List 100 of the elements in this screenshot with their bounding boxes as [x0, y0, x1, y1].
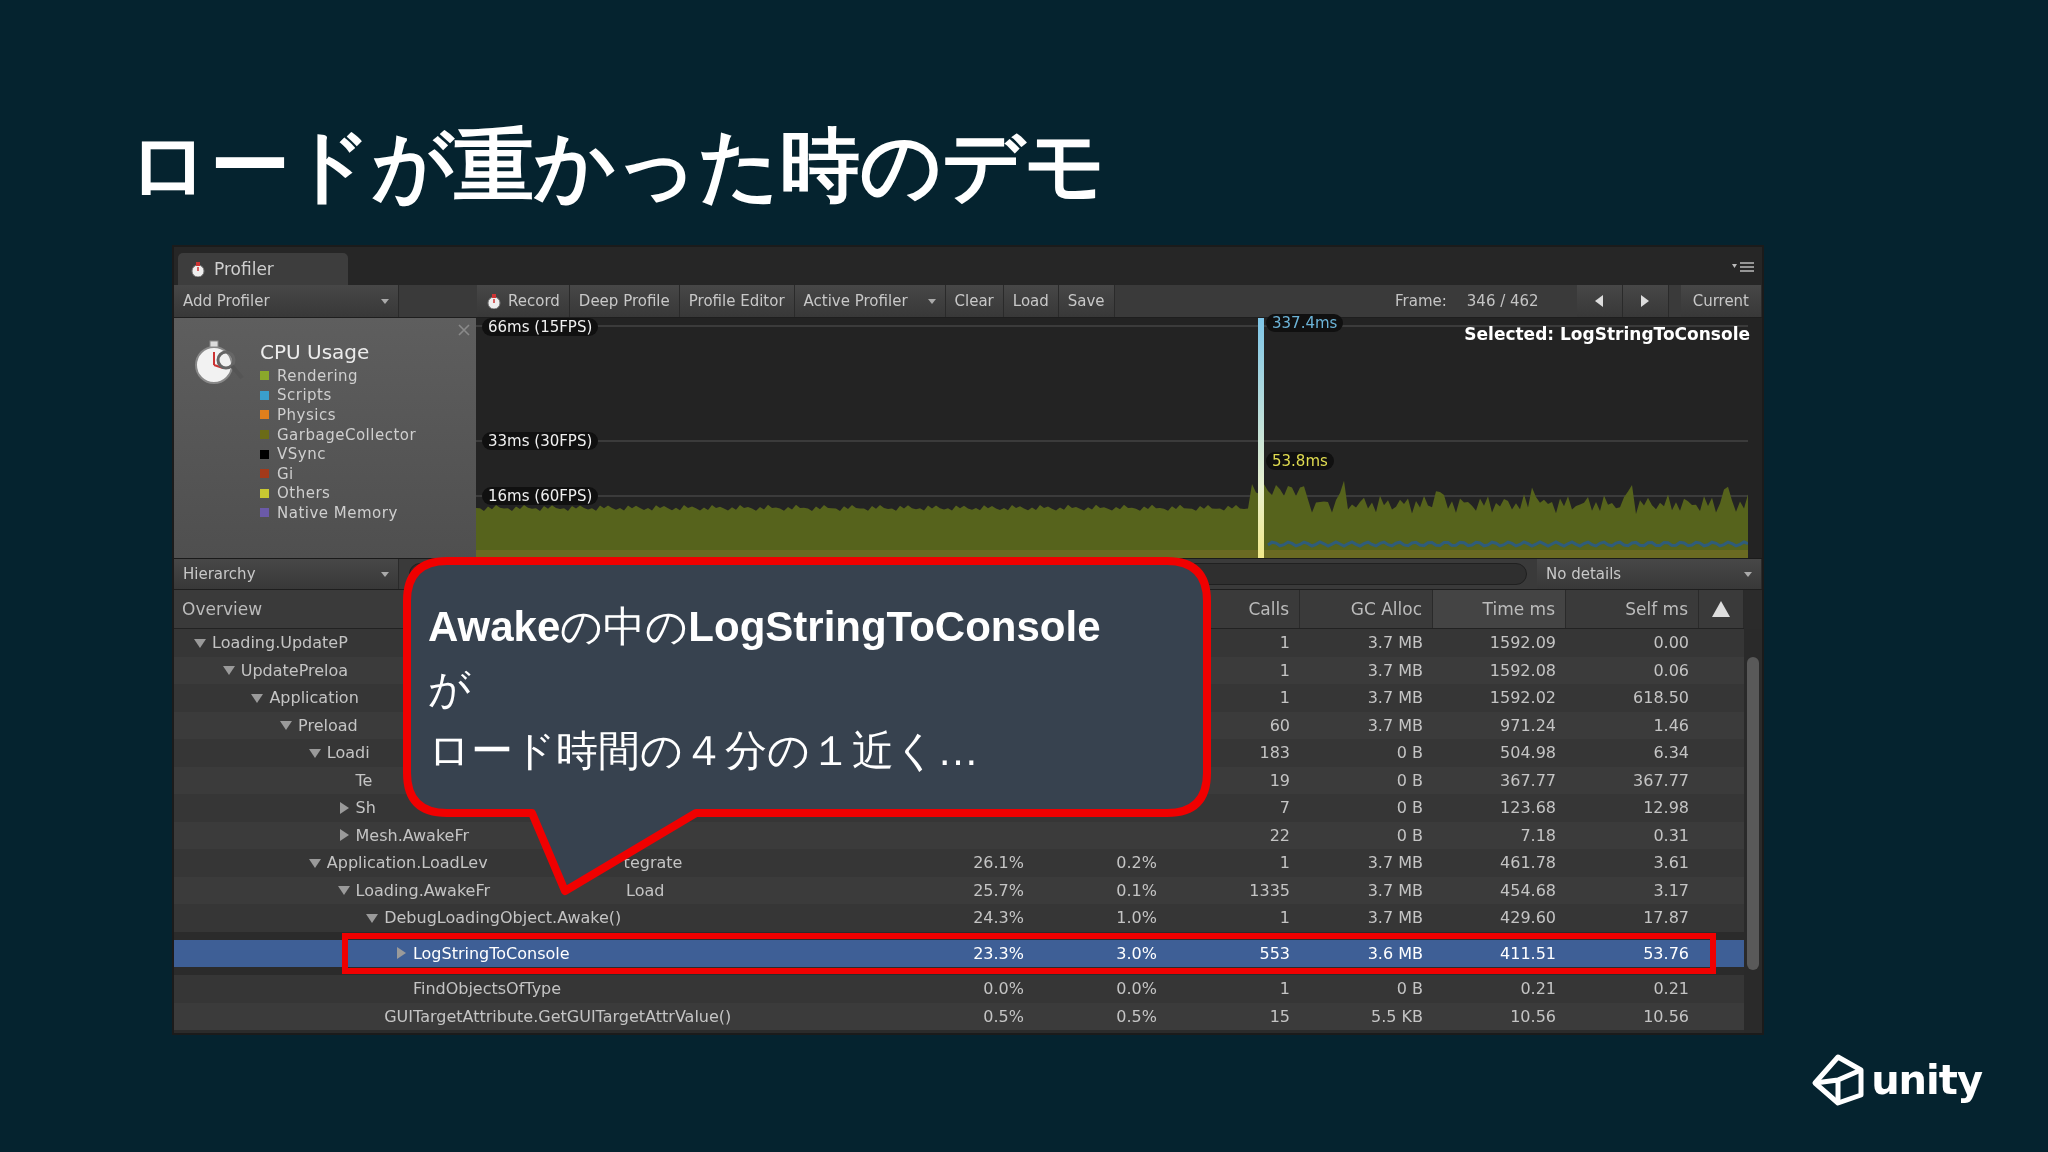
panel-title: CPU Usage	[260, 340, 371, 364]
table-cell-text: 10.56	[1509, 1006, 1557, 1026]
table-cell-text: 0.06	[1652, 660, 1690, 680]
row-name: Loadi	[326, 743, 370, 763]
table-cell-text: 0 B	[1395, 743, 1424, 763]
row-name: Sh	[355, 798, 376, 818]
table-cell-text: 553	[1258, 943, 1291, 963]
row-name: Te	[355, 770, 373, 790]
table-cell-text: 0.21	[1652, 979, 1690, 999]
row-name: FindObjectsOfType	[412, 979, 562, 999]
table-cell-text: 367.77	[1499, 770, 1557, 790]
row-name: Load	[626, 880, 665, 900]
table-cell-text: 0 B	[1395, 770, 1424, 790]
legend-label: GarbageCollector	[277, 425, 417, 444]
legend-label: Native Memory	[277, 503, 398, 522]
table-cell-text: 618.50	[1632, 688, 1690, 708]
table-cell-text: 3.7 MB	[1366, 880, 1424, 900]
table-cell-text: 23.3%	[972, 943, 1025, 963]
table-cell-text: 3.61	[1652, 853, 1690, 873]
table-cell-text: 1	[1278, 688, 1291, 708]
row-name: tegrate	[623, 853, 683, 873]
logo-text: unity	[1871, 1057, 1982, 1103]
legend-label: Physics	[277, 406, 336, 424]
table-cell-text: 19	[1268, 770, 1291, 790]
row-name: DebugLoadingObject.Awake()	[384, 908, 622, 928]
legend-label: Gi	[277, 464, 294, 483]
table-cell-text: 504.98	[1499, 743, 1557, 763]
table-cell-text: 3.7 MB	[1366, 908, 1424, 928]
legend-label: Rendering	[277, 366, 359, 385]
table-cell-text: 0.0%	[1115, 979, 1158, 999]
legend-label: Scripts	[277, 386, 332, 405]
frame-number: 346 / 462	[1466, 291, 1540, 312]
legend-label: Others	[277, 484, 331, 503]
table-cell-text: 5.5 KB	[1370, 1006, 1424, 1026]
time-label: 337.4ms	[1266, 314, 1344, 332]
table-cell-text: 3.7 MB	[1366, 688, 1424, 708]
table-cell-text: 3.7 MB	[1366, 660, 1424, 680]
legend-label: VSync	[277, 445, 326, 464]
threshold-label: 16ms (60FPS)	[482, 487, 599, 505]
table-cell-text: 0 B	[1395, 825, 1424, 845]
table-cell-text: 0.0%	[982, 979, 1025, 999]
table-cell-text: 15	[1268, 1006, 1291, 1026]
table-cell-text: 971.24	[1499, 715, 1557, 735]
table-cell-text: 1	[1278, 853, 1291, 873]
table-cell-text: 7	[1278, 798, 1291, 818]
table-cell-text: 3.7 MB	[1366, 633, 1424, 653]
frame-label: Frame:	[1395, 291, 1448, 312]
table-cell-text: 10.56	[1642, 1006, 1690, 1026]
table-cell-text: 7.18	[1519, 825, 1557, 845]
table-cell-text: 1592.08	[1488, 660, 1557, 680]
table-cell-text: 3.17	[1652, 880, 1690, 900]
table-cell-text: 123.68	[1499, 798, 1557, 818]
table-cell-text: 3.7 MB	[1366, 715, 1424, 735]
row-name: Preload	[298, 715, 358, 735]
row-name: GUITargetAttribute.GetGUITargetAttrValue()	[384, 1006, 732, 1026]
table-cell-text: 26.1%	[972, 853, 1025, 873]
table-cell-text: 25.7%	[972, 880, 1025, 900]
table-cell-text: 0.2%	[1115, 853, 1158, 873]
table-cell-text: 0.00	[1652, 633, 1690, 653]
row-name: Application	[269, 688, 359, 708]
callout-text: ロード時間の４分の１近く…	[428, 726, 979, 776]
selected-label: Selected: LogStringToConsole	[1464, 324, 1750, 344]
table-cell-text: 0.5%	[1115, 1006, 1158, 1026]
time-label: 53.8ms	[1266, 452, 1334, 470]
table-cell-text: 3.6 MB	[1366, 943, 1424, 963]
slide-title: ロードが重かった時のデモ	[128, 118, 1106, 214]
table-cell-text: 1.46	[1652, 715, 1690, 735]
table-cell-text: 17.87	[1642, 908, 1690, 928]
table-cell-text: 0.31	[1652, 825, 1690, 845]
table-cell-text: 3.0%	[1115, 943, 1158, 963]
table-cell-text: 3.7 MB	[1366, 853, 1424, 873]
threshold-label: 33ms (30FPS)	[482, 432, 599, 450]
table-cell-text: 24.3%	[972, 908, 1025, 928]
table-cell-text: 1	[1278, 660, 1291, 680]
table-cell-text: 0.1%	[1115, 880, 1158, 900]
row-name: LogStringToConsole	[412, 943, 570, 963]
table-cell-text: 0.21	[1519, 979, 1557, 999]
row-name: UpdatePreloa	[240, 660, 349, 680]
table-cell-text: 1592.02	[1488, 688, 1557, 708]
table-cell-text: 411.51	[1499, 943, 1557, 963]
callout-text: Awakeの中のLogStringToConsole	[428, 602, 1101, 652]
callout-text: が	[428, 664, 471, 714]
table-cell-text: 183	[1258, 743, 1291, 763]
table-cell-text: 1	[1278, 908, 1291, 928]
table-cell-text: 1592.09	[1488, 633, 1557, 653]
table-cell-text: 53.76	[1642, 943, 1690, 963]
table-cell-text: 461.78	[1499, 853, 1557, 873]
table-cell-text: 454.68	[1499, 880, 1557, 900]
row-name: Loading.AwakeFr	[355, 880, 491, 900]
table-cell-text: 6.34	[1652, 743, 1690, 763]
table-cell-text: 1335	[1248, 880, 1291, 900]
table-cell-text: 1.0%	[1115, 908, 1158, 928]
table-cell-text: 367.77	[1632, 770, 1690, 790]
table-cell-text: 12.98	[1642, 798, 1690, 818]
table-cell-text: 0.5%	[982, 1006, 1025, 1026]
row-name: Loading.UpdateP	[212, 633, 348, 653]
table-cell-text: 22	[1268, 825, 1291, 845]
table-cell-text: 429.60	[1499, 908, 1557, 928]
table-cell-text: 1	[1278, 979, 1291, 999]
table-cell-text: 60	[1268, 715, 1291, 735]
